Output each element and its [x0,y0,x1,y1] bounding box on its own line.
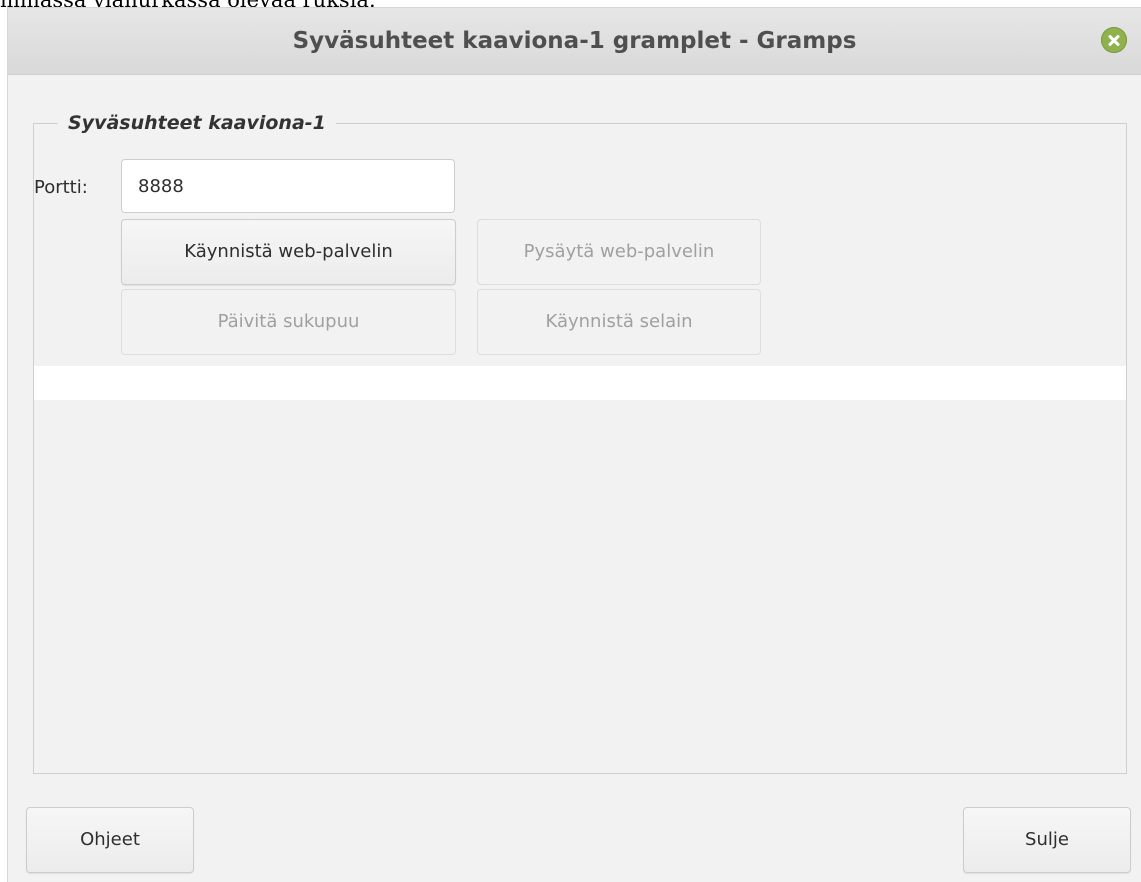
close-button[interactable]: Sulje [963,807,1131,873]
update-family-tree-button[interactable]: Päivitä sukupuu [121,289,456,355]
frame-label: Syväsuhteet kaaviona-1 [58,108,336,138]
title-bar: Syväsuhteet kaaviona-1 gramplet - Gramps [8,8,1141,75]
stop-web-server-button[interactable]: Pysäytä web-palvelin [477,219,761,285]
start-web-server-button[interactable]: Käynnistä web-palvelin [121,219,456,285]
port-input[interactable] [121,159,455,213]
help-button[interactable]: Ohjeet [26,807,194,873]
window-title: Syväsuhteet kaaviona-1 gramplet - Gramps [292,28,857,54]
dialog-window: Syväsuhteet kaaviona-1 gramplet - Gramps… [8,8,1141,882]
content-strip [34,366,1126,400]
start-browser-button[interactable]: Käynnistä selain [477,289,761,355]
port-label: Portti: [34,177,88,198]
close-window-icon[interactable] [1101,27,1127,53]
